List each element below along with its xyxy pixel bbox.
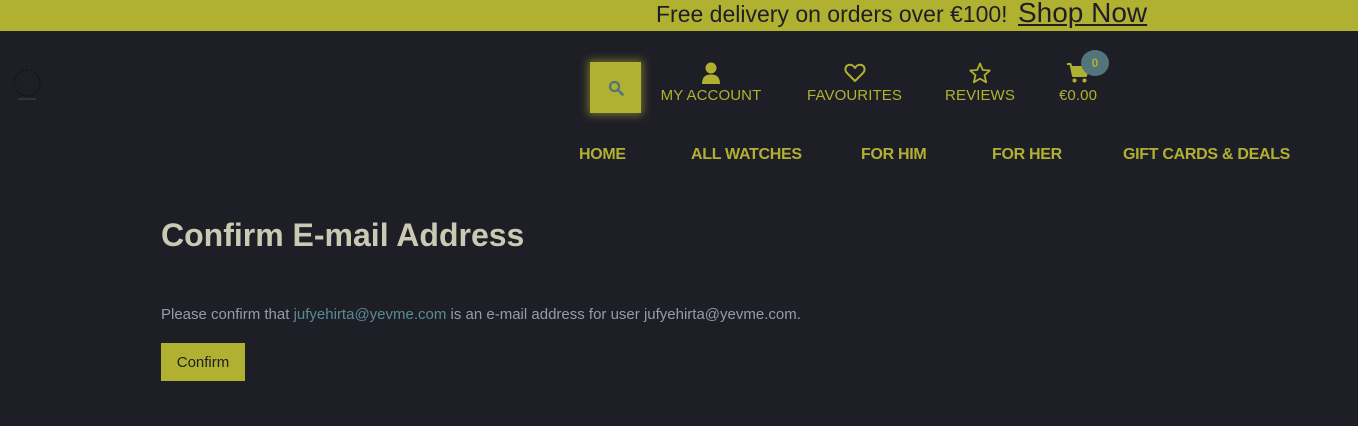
user-icon xyxy=(702,62,720,84)
promo-text: Free delivery on orders over €100! xyxy=(656,1,1008,27)
nav-for-her[interactable]: FOR HER xyxy=(992,145,1062,165)
search-icon xyxy=(608,80,624,96)
reviews-label: REVIEWS xyxy=(945,87,1015,104)
confirm-message: Please confirm that jufyehirta@yevme.com… xyxy=(161,305,801,325)
nav-all-watches[interactable]: ALL WATCHES xyxy=(691,145,802,165)
nav-gift-cards-deals[interactable]: GIFT CARDS & DEALS xyxy=(1123,145,1290,165)
nav-for-him[interactable]: FOR HIM xyxy=(861,145,927,165)
page-title: Confirm E-mail Address xyxy=(161,217,525,253)
promo-banner: Free delivery on orders over €100! Shop … xyxy=(0,0,1358,31)
shop-now-link[interactable]: Shop Now xyxy=(1018,0,1147,28)
confirm-button[interactable]: Confirm xyxy=(161,343,245,381)
reviews-link[interactable]: REVIEWS xyxy=(944,62,1016,112)
star-icon xyxy=(969,62,991,84)
email-link[interactable]: jufyehirta@yevme.com xyxy=(294,306,447,323)
cart-count-badge: 0 xyxy=(1081,50,1109,76)
heart-icon xyxy=(843,63,866,82)
my-account-link[interactable]: MY ACCOUNT xyxy=(657,62,765,112)
favourites-label: FAVOURITES xyxy=(807,87,902,104)
promo-banner-text: Free delivery on orders over €100! Shop … xyxy=(656,0,1147,31)
message-suffix: is an e-mail address for user jufyehirta… xyxy=(450,306,801,323)
nav-home[interactable]: HOME xyxy=(579,145,626,165)
my-account-label: MY ACCOUNT xyxy=(660,87,762,104)
favourites-link[interactable]: FAVOURITES xyxy=(806,62,903,112)
cart-total: €0.00 xyxy=(1058,87,1098,104)
clock-logo-icon xyxy=(13,69,41,100)
site-logo[interactable] xyxy=(9,68,45,104)
search-button[interactable] xyxy=(590,62,641,113)
message-prefix: Please confirm that xyxy=(161,306,290,323)
